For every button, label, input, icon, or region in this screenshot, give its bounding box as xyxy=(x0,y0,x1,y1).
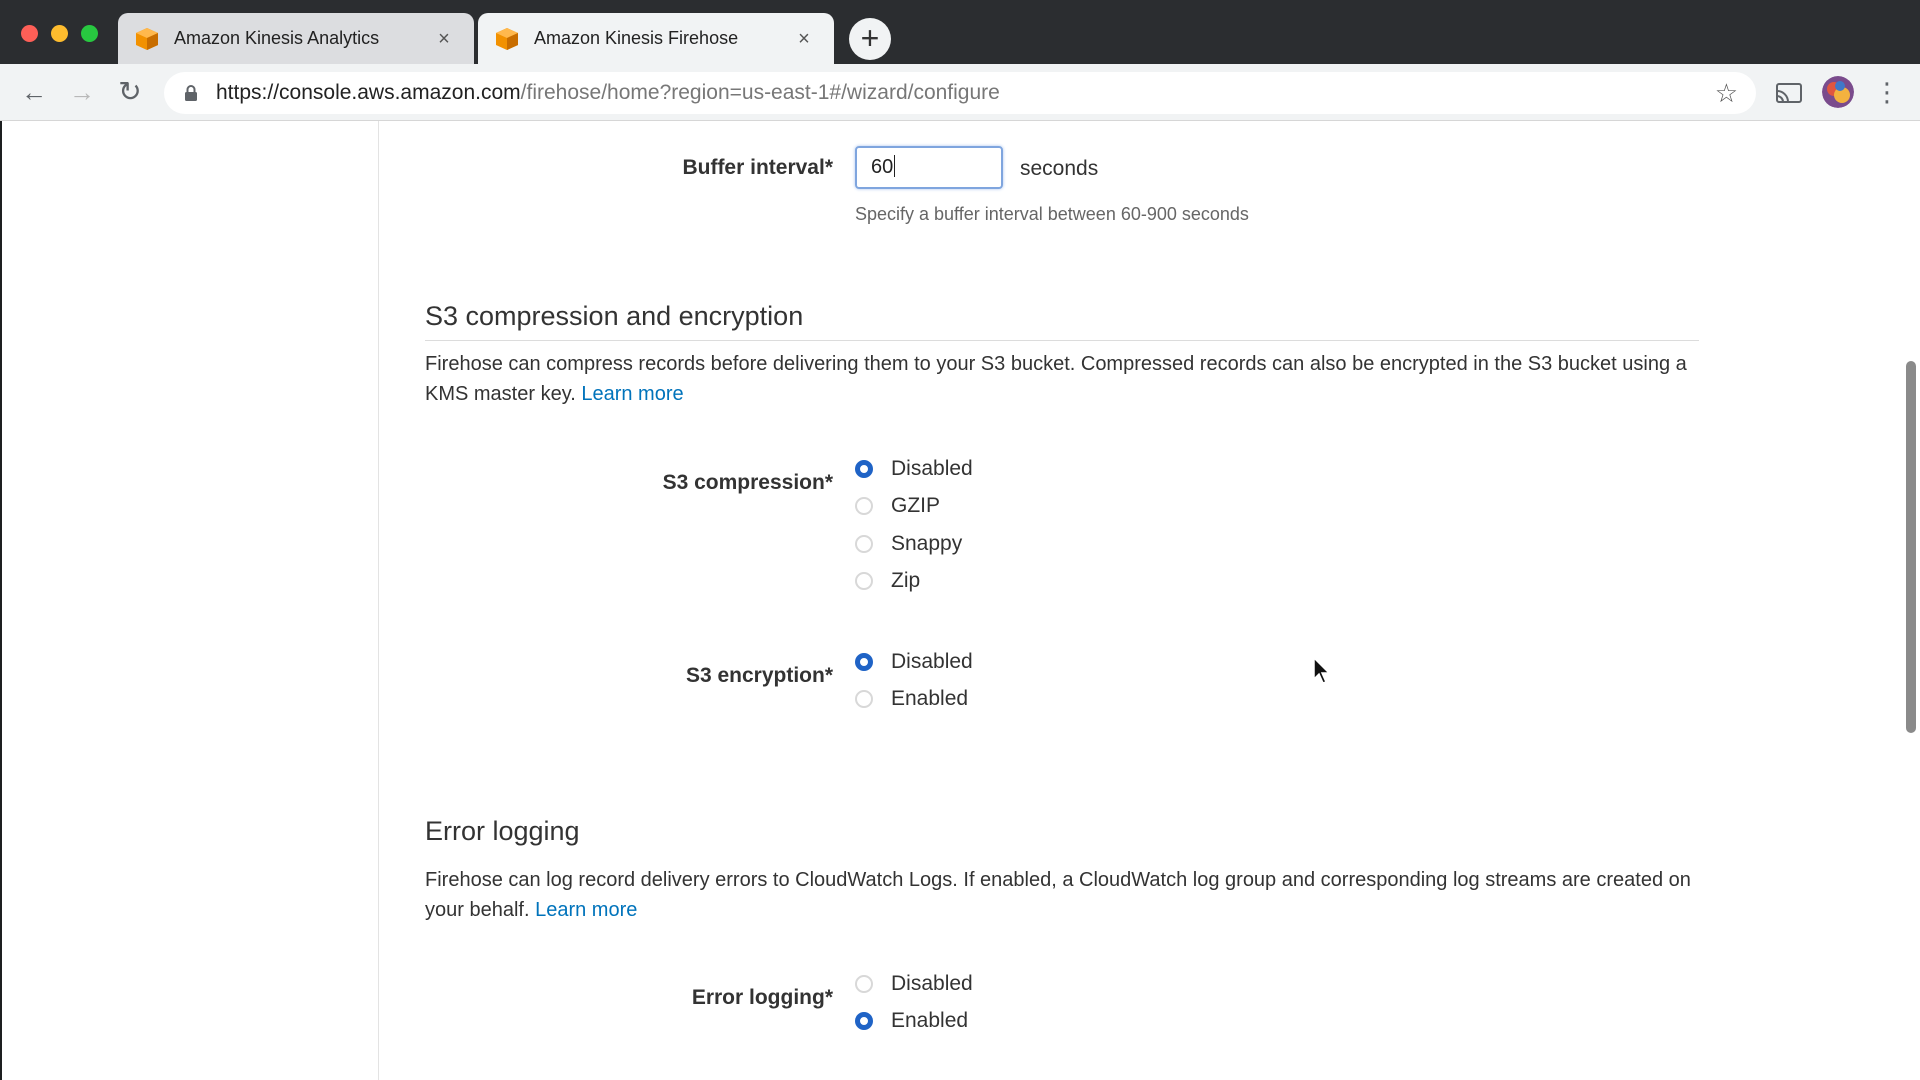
new-tab-button[interactable]: + xyxy=(849,18,891,60)
s3-encryption-option-disabled[interactable]: Disabled xyxy=(855,647,973,677)
radio-button-checked[interactable] xyxy=(855,653,873,671)
close-tab-icon[interactable]: × xyxy=(432,27,456,51)
s3-compression-option-disabled[interactable]: Disabled xyxy=(855,454,973,484)
profile-avatar[interactable] xyxy=(1822,76,1854,108)
radio-button[interactable] xyxy=(855,975,873,993)
url-host: https://console.aws.amazon.com xyxy=(216,81,521,104)
radio-label: Zip xyxy=(891,569,921,592)
buffer-interval-value: 60 xyxy=(871,156,894,178)
compression-section-title: S3 compression and encryption xyxy=(425,301,804,331)
sidebar-divider xyxy=(378,121,379,1080)
buffer-interval-input[interactable]: 60 xyxy=(855,146,1003,189)
error-logging-label: Error logging* xyxy=(691,986,833,1009)
tab-title: Amazon Kinesis Analytics xyxy=(174,28,380,48)
radio-label: Snappy xyxy=(891,532,963,555)
error-logging-option-enabled[interactable]: Enabled xyxy=(855,1006,968,1036)
error-logging-section-description: Firehose can log record delivery errors … xyxy=(425,865,1705,925)
aws-cube-icon xyxy=(136,27,158,50)
url-text[interactable]: https://console.aws.amazon.com/firehose/… xyxy=(216,81,1715,105)
radio-button[interactable] xyxy=(855,535,873,553)
radio-button[interactable] xyxy=(855,690,873,708)
radio-label: Disabled xyxy=(891,457,973,480)
s3-encryption-label: S3 encryption* xyxy=(685,664,833,687)
radio-button[interactable] xyxy=(855,497,873,515)
lock-icon xyxy=(185,85,197,101)
browser-toolbar: ← → ↻ https://console.aws.amazon.com/fir… xyxy=(0,64,1920,121)
compression-section-description: Firehose can compress records before del… xyxy=(425,349,1705,409)
tab-strip: Amazon Kinesis Analytics × Amazon Kinesi… xyxy=(0,0,1920,64)
error-logging-option-disabled[interactable]: Disabled xyxy=(855,969,973,999)
radio-button[interactable] xyxy=(855,572,873,590)
s3-compression-label: S3 compression* xyxy=(662,471,833,494)
reload-icon[interactable]: ↻ xyxy=(112,74,148,110)
radio-label: GZIP xyxy=(891,494,941,517)
s3-compression-option-zip[interactable]: Zip xyxy=(855,566,920,596)
text-caret xyxy=(894,155,896,177)
s3-compression-option-snappy[interactable]: Snappy xyxy=(855,529,962,559)
browser-menu-icon[interactable]: ⋮ xyxy=(1874,76,1900,108)
learn-more-link[interactable]: Learn more xyxy=(535,899,637,921)
radio-label: Disabled xyxy=(891,650,973,673)
learn-more-link[interactable]: Learn more xyxy=(581,383,683,405)
cast-icon[interactable] xyxy=(1774,76,1804,108)
mouse-pointer-icon xyxy=(1313,657,1331,684)
radio-label: Enabled xyxy=(891,687,969,710)
s3-encryption-option-enabled[interactable]: Enabled xyxy=(855,684,968,714)
close-window-button[interactable] xyxy=(21,25,38,42)
bookmark-star-icon[interactable]: ☆ xyxy=(1715,78,1738,109)
radio-label: Enabled xyxy=(891,1009,969,1032)
buffer-interval-unit: seconds xyxy=(1020,157,1099,180)
radio-button-checked[interactable] xyxy=(855,1012,873,1030)
s3-compression-option-gzip[interactable]: GZIP xyxy=(855,491,940,521)
window-edge xyxy=(0,121,2,1080)
radio-button-checked[interactable] xyxy=(855,460,873,478)
section-divider xyxy=(425,340,1699,341)
radio-label: Disabled xyxy=(891,972,973,995)
maximize-window-button[interactable] xyxy=(81,25,98,42)
tab-title: Amazon Kinesis Firehose xyxy=(534,28,739,48)
url-path: /firehose/home?region=us-east-1#/wizard/… xyxy=(520,81,1000,104)
page-content: Buffer interval* 60 seconds Specify a bu… xyxy=(0,121,1920,1080)
tab-kinesis-firehose[interactable]: Amazon Kinesis Firehose × xyxy=(478,13,834,64)
buffer-interval-hint: Specify a buffer interval between 60-900… xyxy=(855,204,1249,224)
forward-arrow-icon[interactable]: → xyxy=(64,74,100,110)
address-bar[interactable]: https://console.aws.amazon.com/firehose/… xyxy=(164,72,1756,114)
tab-kinesis-analytics[interactable]: Amazon Kinesis Analytics × xyxy=(118,13,474,64)
aws-cube-icon xyxy=(496,27,518,50)
back-arrow-icon[interactable]: ← xyxy=(16,74,52,110)
scrollbar-thumb[interactable] xyxy=(1906,361,1916,733)
buffer-interval-label: Buffer interval* xyxy=(682,156,833,179)
error-logging-section-title: Error logging xyxy=(425,816,580,846)
minimize-window-button[interactable] xyxy=(51,25,68,42)
close-tab-icon[interactable]: × xyxy=(792,27,816,51)
